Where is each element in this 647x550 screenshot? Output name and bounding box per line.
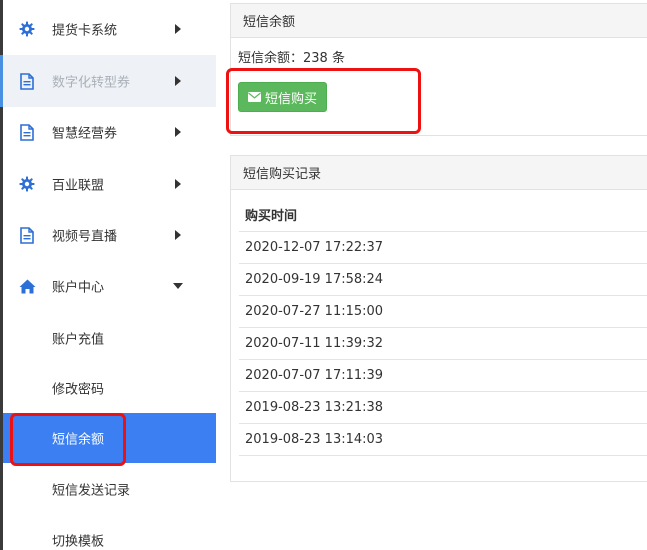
sidebar-subitem-label: 短信发送记录 [52,483,131,499]
sidebar-item-label: 数字化转型券 [52,75,131,91]
panel-title: 短信购买记录 [231,156,647,190]
table-row: 2020-07-07 17:11:39 [239,360,647,392]
sidebar-subitem-sms-send-records[interactable]: 短信发送记录 [3,464,216,514]
sidebar-item-smart-business-coupon[interactable]: 智慧经营券 [3,106,216,158]
chevron-right-icon [175,230,181,240]
sidebar-item-industry-alliance[interactable]: 百业联盟 [3,158,216,210]
document-icon [18,72,36,90]
sidebar-item-label: 视频号直播 [52,229,118,245]
table-row: 2019-08-23 13:21:38 [239,392,647,424]
sidebar: 提货卡系统 数字化转型券 智慧经营券 百业联盟 视频号直播 账户中心 账户充值 … [0,0,216,550]
table-header: 购买时间 [239,198,647,232]
chevron-right-icon [175,24,181,34]
table-row: 2020-07-27 11:15:00 [239,296,647,328]
home-icon [18,277,36,295]
sidebar-subitem-label: 修改密码 [52,382,105,398]
sidebar-item-video-live[interactable]: 视频号直播 [3,209,216,261]
table-row: 2019-08-23 13:14:03 [239,424,647,456]
gear-icon [18,20,36,38]
chevron-right-icon [175,76,181,86]
document-icon [18,226,36,244]
sms-purchase-records-panel: 短信购买记录 购买时间 2020-12-07 17:22:37 2020-09-… [230,155,647,482]
gear-icon [18,175,36,193]
panel-title: 短信余额 [231,4,647,38]
sidebar-item-label: 账户中心 [52,280,105,296]
chevron-right-icon [175,179,181,189]
sidebar-subitem-recharge[interactable]: 账户充值 [3,313,216,363]
table-row: 2020-07-11 11:39:32 [239,328,647,360]
buy-button-highlight [226,68,421,134]
table-row: 2020-12-07 17:22:37 [239,232,647,264]
sidebar-item-label: 智慧经营券 [52,126,118,142]
sidebar-item-label: 提货卡系统 [52,23,118,39]
sms-balance-text: 短信余额：238 条 [238,51,345,66]
document-icon [18,123,36,141]
sms-balance-highlight [10,413,126,466]
sidebar-subitem-label: 账户充值 [52,332,105,348]
sidebar-item-pickup-card[interactable]: 提货卡系统 [3,3,216,55]
chevron-down-icon [173,283,183,289]
chevron-right-icon [175,127,181,137]
purchase-records-table: 购买时间 2020-12-07 17:22:37 2020-09-19 17:5… [239,198,647,456]
table-row: 2020-09-19 17:58:24 [239,264,647,296]
sidebar-item-label: 百业联盟 [52,178,105,194]
sidebar-subitem-change-password[interactable]: 修改密码 [3,363,216,413]
sidebar-subitem-label: 切换模板 [52,534,105,550]
sidebar-subitem-switch-template[interactable]: 切换模板 [3,515,216,550]
sidebar-item-account-center[interactable]: 账户中心 [3,260,216,312]
sidebar-item-digital-coupon[interactable]: 数字化转型券 [0,55,216,107]
